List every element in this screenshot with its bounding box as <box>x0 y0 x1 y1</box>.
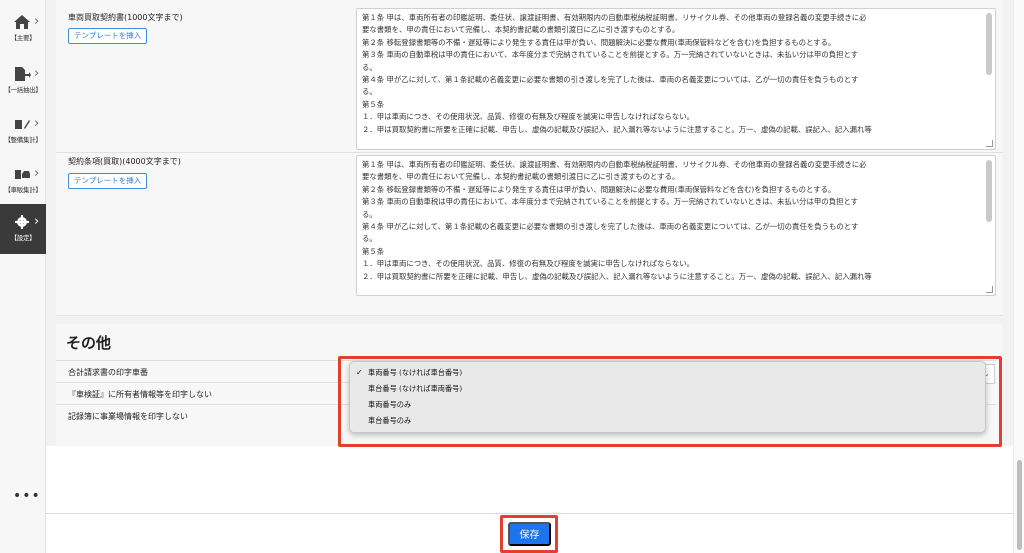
field-label: 契約条項(買取)(4000文字まで) <box>68 157 181 166</box>
insert-template-button[interactable]: テンプレートを挿入 <box>68 28 148 44</box>
chevron-right-icon: › <box>34 166 40 181</box>
content-background <box>46 446 1013 513</box>
home-icon <box>14 15 30 29</box>
sidebar-item-settings[interactable]: › 【設定】 <box>0 204 46 254</box>
sidebar-item-label: 【整備集計】 <box>4 136 42 144</box>
textarea-scrollbar[interactable] <box>986 13 992 75</box>
contract-line: 第２条 移転登録書類等の不備・遅延等により発生する責任は甲が負い、問題解決に必要… <box>362 37 836 47</box>
chevron-right-icon: › <box>34 66 40 81</box>
contract-line: ２．甲は買取契約書に所要を正確に記載、申告し、虚偽の記載及び誤記入、記入漏れ等な… <box>362 124 872 134</box>
chevron-right-icon: › <box>34 214 40 229</box>
section-title: その他 <box>66 334 112 352</box>
contract-row-terms: 契約条項(買取)(4000文字まで) テンプレートを挿入 第１条 甲は、車両所有… <box>56 152 1003 312</box>
contract-textarea[interactable]: 第１条 甲は、車両所有者の印鑑証明、委任状、譲渡証明書、有効期限内の自動車税納税… <box>356 8 996 150</box>
save-highlight-frame <box>500 515 558 553</box>
sidebar-item-label: 【一括抽出】 <box>4 86 42 94</box>
contract-line: る。 <box>362 234 377 244</box>
resize-handle-icon[interactable] <box>986 286 993 293</box>
page-scrollbar[interactable] <box>1013 0 1024 553</box>
field-label: 記録簿に事業場情報を印字しない <box>68 412 188 421</box>
contract-line: １．甲は車両につき、その使用状況、品質、修復の有無及び程度を誠実に申告しなければ… <box>362 112 695 122</box>
contract-line: る。 <box>362 87 377 97</box>
field-label: 『車検証』に所有者情報等を印字しない <box>68 390 212 399</box>
contract-line: ２．甲は買取契約書に所要を正確に記載、申告し、虚偽の記載及び誤記入、記入漏れ等な… <box>362 271 872 281</box>
sidebar-item-label: 【主要】 <box>10 34 36 42</box>
gear-icon <box>15 215 29 229</box>
dropdown-highlight-frame <box>338 356 1002 447</box>
contract-line: 第３条 車両の自動車税は甲の責任において、本年度分まで完納されていることを前提と… <box>362 197 859 207</box>
textarea-scrollbar[interactable] <box>986 160 992 222</box>
contract-line: 要な書類を、甲の責任において完備し、本契約書記載の書類引渡日に乙に引き渡すものと… <box>362 25 680 35</box>
contract-line: る。 <box>362 62 377 72</box>
contract-line: 第５条 <box>362 246 385 256</box>
contract-line: 第１条 甲は、車両所有者の印鑑証明、委任状、譲渡証明書、有効期限内の自動車税納税… <box>362 13 867 22</box>
contract-line: 第４条 甲が乙に対して、第１条記載の名義変更に必要な書類の引き渡しを完了した後は… <box>362 75 859 85</box>
contract-line: 要な書類を、甲の責任において完備し、本契約書記載の書類引渡日に乙に引き渡すものと… <box>362 172 680 182</box>
sidebar-item-label: 【車販集計】 <box>4 186 42 194</box>
file-export-icon <box>15 67 31 81</box>
contract-row-purchase: 車両買取契約書(1000文字まで) テンプレートを挿入 第１条 甲は、車両所有者… <box>56 0 1003 154</box>
chevron-right-icon: › <box>34 116 40 131</box>
sidebar-item-maintenance-summary[interactable]: › 【整備集計】 <box>0 106 46 156</box>
car-sales-icon <box>15 170 30 179</box>
contract-line: 第３条 車両の自動車税は甲の責任において、本年度分まで完納されていることを前提と… <box>362 50 859 60</box>
field-label: 車両買取契約書(1000文字まで) <box>68 13 183 22</box>
contract-line: 第５条 <box>362 99 385 109</box>
more-menu-icon[interactable]: ••• <box>13 488 41 504</box>
chevron-right-icon: › <box>34 14 40 29</box>
sidebar-item-main[interactable]: › 【主要】 <box>0 4 46 54</box>
sidebar-item-label: 【設定】 <box>10 234 36 242</box>
field-label: 合計請求書の印字車番 <box>68 368 148 377</box>
contract-line: １．甲は車両につき、その使用状況、品質、修復の有無及び程度を誠実に申告しなければ… <box>362 259 695 269</box>
contract-terms-card: 車両買取契約書(1000文字まで) テンプレートを挿入 第１条 甲は、車両所有者… <box>56 0 1003 316</box>
insert-template-button[interactable]: テンプレートを挿入 <box>68 173 148 189</box>
scrollbar-thumb[interactable] <box>1017 460 1022 550</box>
contract-line: 第１条 甲は、車両所有者の印鑑証明、委任状、譲渡証明書、有効期限内の自動車税納税… <box>362 160 867 169</box>
contract-line: 第４条 甲が乙に対して、第１条記載の名義変更に必要な書類の引き渡しを完了した後は… <box>362 222 859 232</box>
maintenance-list-icon <box>15 120 30 129</box>
sidebar: › 【主要】 › 【一括抽出】 › 【整備集計】 › 【車販集計】 › 【設定】… <box>0 0 46 553</box>
sidebar-item-car-sales-summary[interactable]: › 【車販集計】 <box>0 156 46 206</box>
contract-textarea[interactable]: 第１条 甲は、車両所有者の印鑑証明、委任状、譲渡証明書、有効期限内の自動車税納税… <box>356 155 996 296</box>
resize-handle-icon[interactable] <box>986 140 993 147</box>
contract-line: 第２条 移転登録書類等の不備・遅延等により発生する責任は甲が負い、問題解決に必要… <box>362 184 836 194</box>
sidebar-item-bulk-extract[interactable]: › 【一括抽出】 <box>0 56 46 106</box>
contract-line: る。 <box>362 209 377 219</box>
